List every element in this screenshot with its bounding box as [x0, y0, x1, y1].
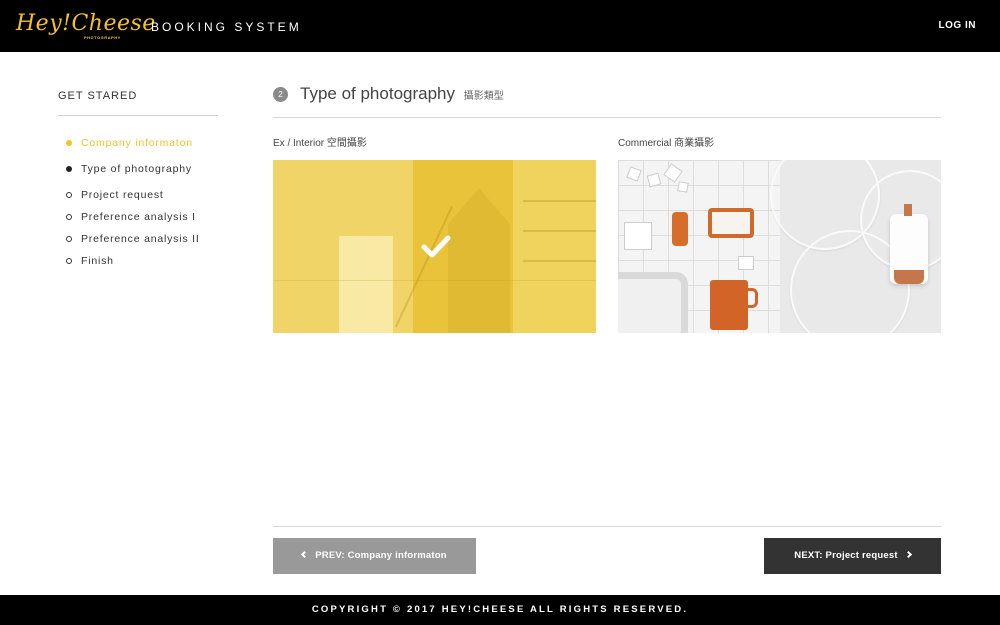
step-finish[interactable]: Finish: [58, 253, 218, 275]
dispenser-pump: [904, 204, 912, 216]
step-status-dot: [66, 236, 72, 242]
step-status-dot: [66, 140, 72, 146]
shelf-line: [523, 230, 596, 232]
step-label: Company informaton: [81, 137, 193, 149]
steps-sidebar: GET STARED Company informaton Type of ph…: [58, 90, 218, 275]
logo-subtitle: PHOTOGRAPHY: [84, 35, 121, 40]
section-header: 2 Type of photography 攝影類型: [273, 82, 941, 118]
sidebar-title: GET STARED: [58, 90, 218, 116]
page-title: Type of photography 攝影類型: [300, 84, 504, 104]
white-dish: [618, 272, 688, 333]
option-interior[interactable]: Ex / Interior 空間攝影: [273, 138, 596, 333]
interior-column-shape: [339, 236, 393, 333]
commercial-photo[interactable]: [618, 160, 941, 333]
top-navbar: Hey!Cheese PHOTOGRAPHY BOOKING SYSTEM LO…: [0, 0, 1000, 52]
app-title: BOOKING SYSTEM: [151, 20, 302, 34]
floor-line: [273, 280, 596, 281]
interior-house-shape: [448, 188, 510, 333]
tile-fragment: [677, 181, 689, 193]
option-label: Commercial 商業攝影: [618, 138, 715, 149]
step-status-dot: [66, 258, 72, 264]
step-status-dot: [66, 192, 72, 198]
next-button[interactable]: NEXT: Project request: [764, 538, 941, 574]
logo-wordmark: Hey!Cheese: [16, 11, 156, 36]
shelf-line: [523, 200, 596, 202]
step-label: Preference analysis II: [81, 233, 200, 245]
step-number-badge: 2: [273, 87, 288, 102]
step-preference-analysis-1[interactable]: Preference analysis I: [58, 209, 218, 231]
orange-vase: [672, 212, 688, 246]
orange-tray: [708, 208, 754, 238]
footer: COPYRIGHT © 2017 HEY!CHEESE ALL RIGHTS R…: [0, 595, 1000, 625]
interior-shelf-shape: [513, 160, 596, 333]
orange-pitcher: [710, 280, 748, 330]
step-label: Finish: [81, 255, 114, 267]
dispenser-base: [894, 270, 924, 284]
step-type-of-photography[interactable]: Type of photography: [58, 161, 218, 187]
page-subtitle: 攝影類型: [463, 91, 504, 102]
step-status-dot: [66, 166, 72, 172]
step-label: Type of photography: [81, 163, 192, 175]
step-list: Company informaton Type of photography P…: [58, 135, 218, 275]
chevron-right-icon: [904, 550, 912, 559]
step-project-request[interactable]: Project request: [58, 187, 218, 209]
selected-check-icon: [421, 235, 451, 258]
option-commercial[interactable]: Commercial 商業攝影: [618, 138, 941, 333]
tile-fragment: [738, 256, 754, 270]
next-button-label: NEXT: Project request: [794, 550, 898, 561]
main-content: 2 Type of photography 攝影類型 Ex / Interior…: [273, 82, 941, 333]
step-preference-analysis-2[interactable]: Preference analysis II: [58, 231, 218, 253]
bottom-divider: [273, 526, 941, 527]
login-link[interactable]: LOG IN: [939, 20, 976, 31]
tile-fragment: [624, 222, 652, 250]
prev-button-label: PREV: Company informaton: [315, 550, 447, 561]
step-label: Preference analysis I: [81, 211, 196, 223]
step-company-information[interactable]: Company informaton: [58, 135, 218, 161]
option-label: Ex / Interior 空間攝影: [273, 138, 367, 149]
shelf-line: [523, 260, 596, 262]
hey-cheese-logo[interactable]: Hey!Cheese PHOTOGRAPHY: [16, 11, 155, 41]
interior-photo[interactable]: [273, 160, 596, 333]
chevron-left-icon: [301, 550, 309, 559]
copyright-text: COPYRIGHT © 2017 HEY!CHEESE ALL RIGHTS R…: [311, 604, 689, 615]
prev-button[interactable]: PREV: Company informaton: [273, 538, 476, 574]
step-label: Project request: [81, 189, 164, 201]
pitcher-handle: [746, 288, 758, 308]
page-title-text: Type of photography: [300, 84, 456, 103]
step-status-dot: [66, 214, 72, 220]
